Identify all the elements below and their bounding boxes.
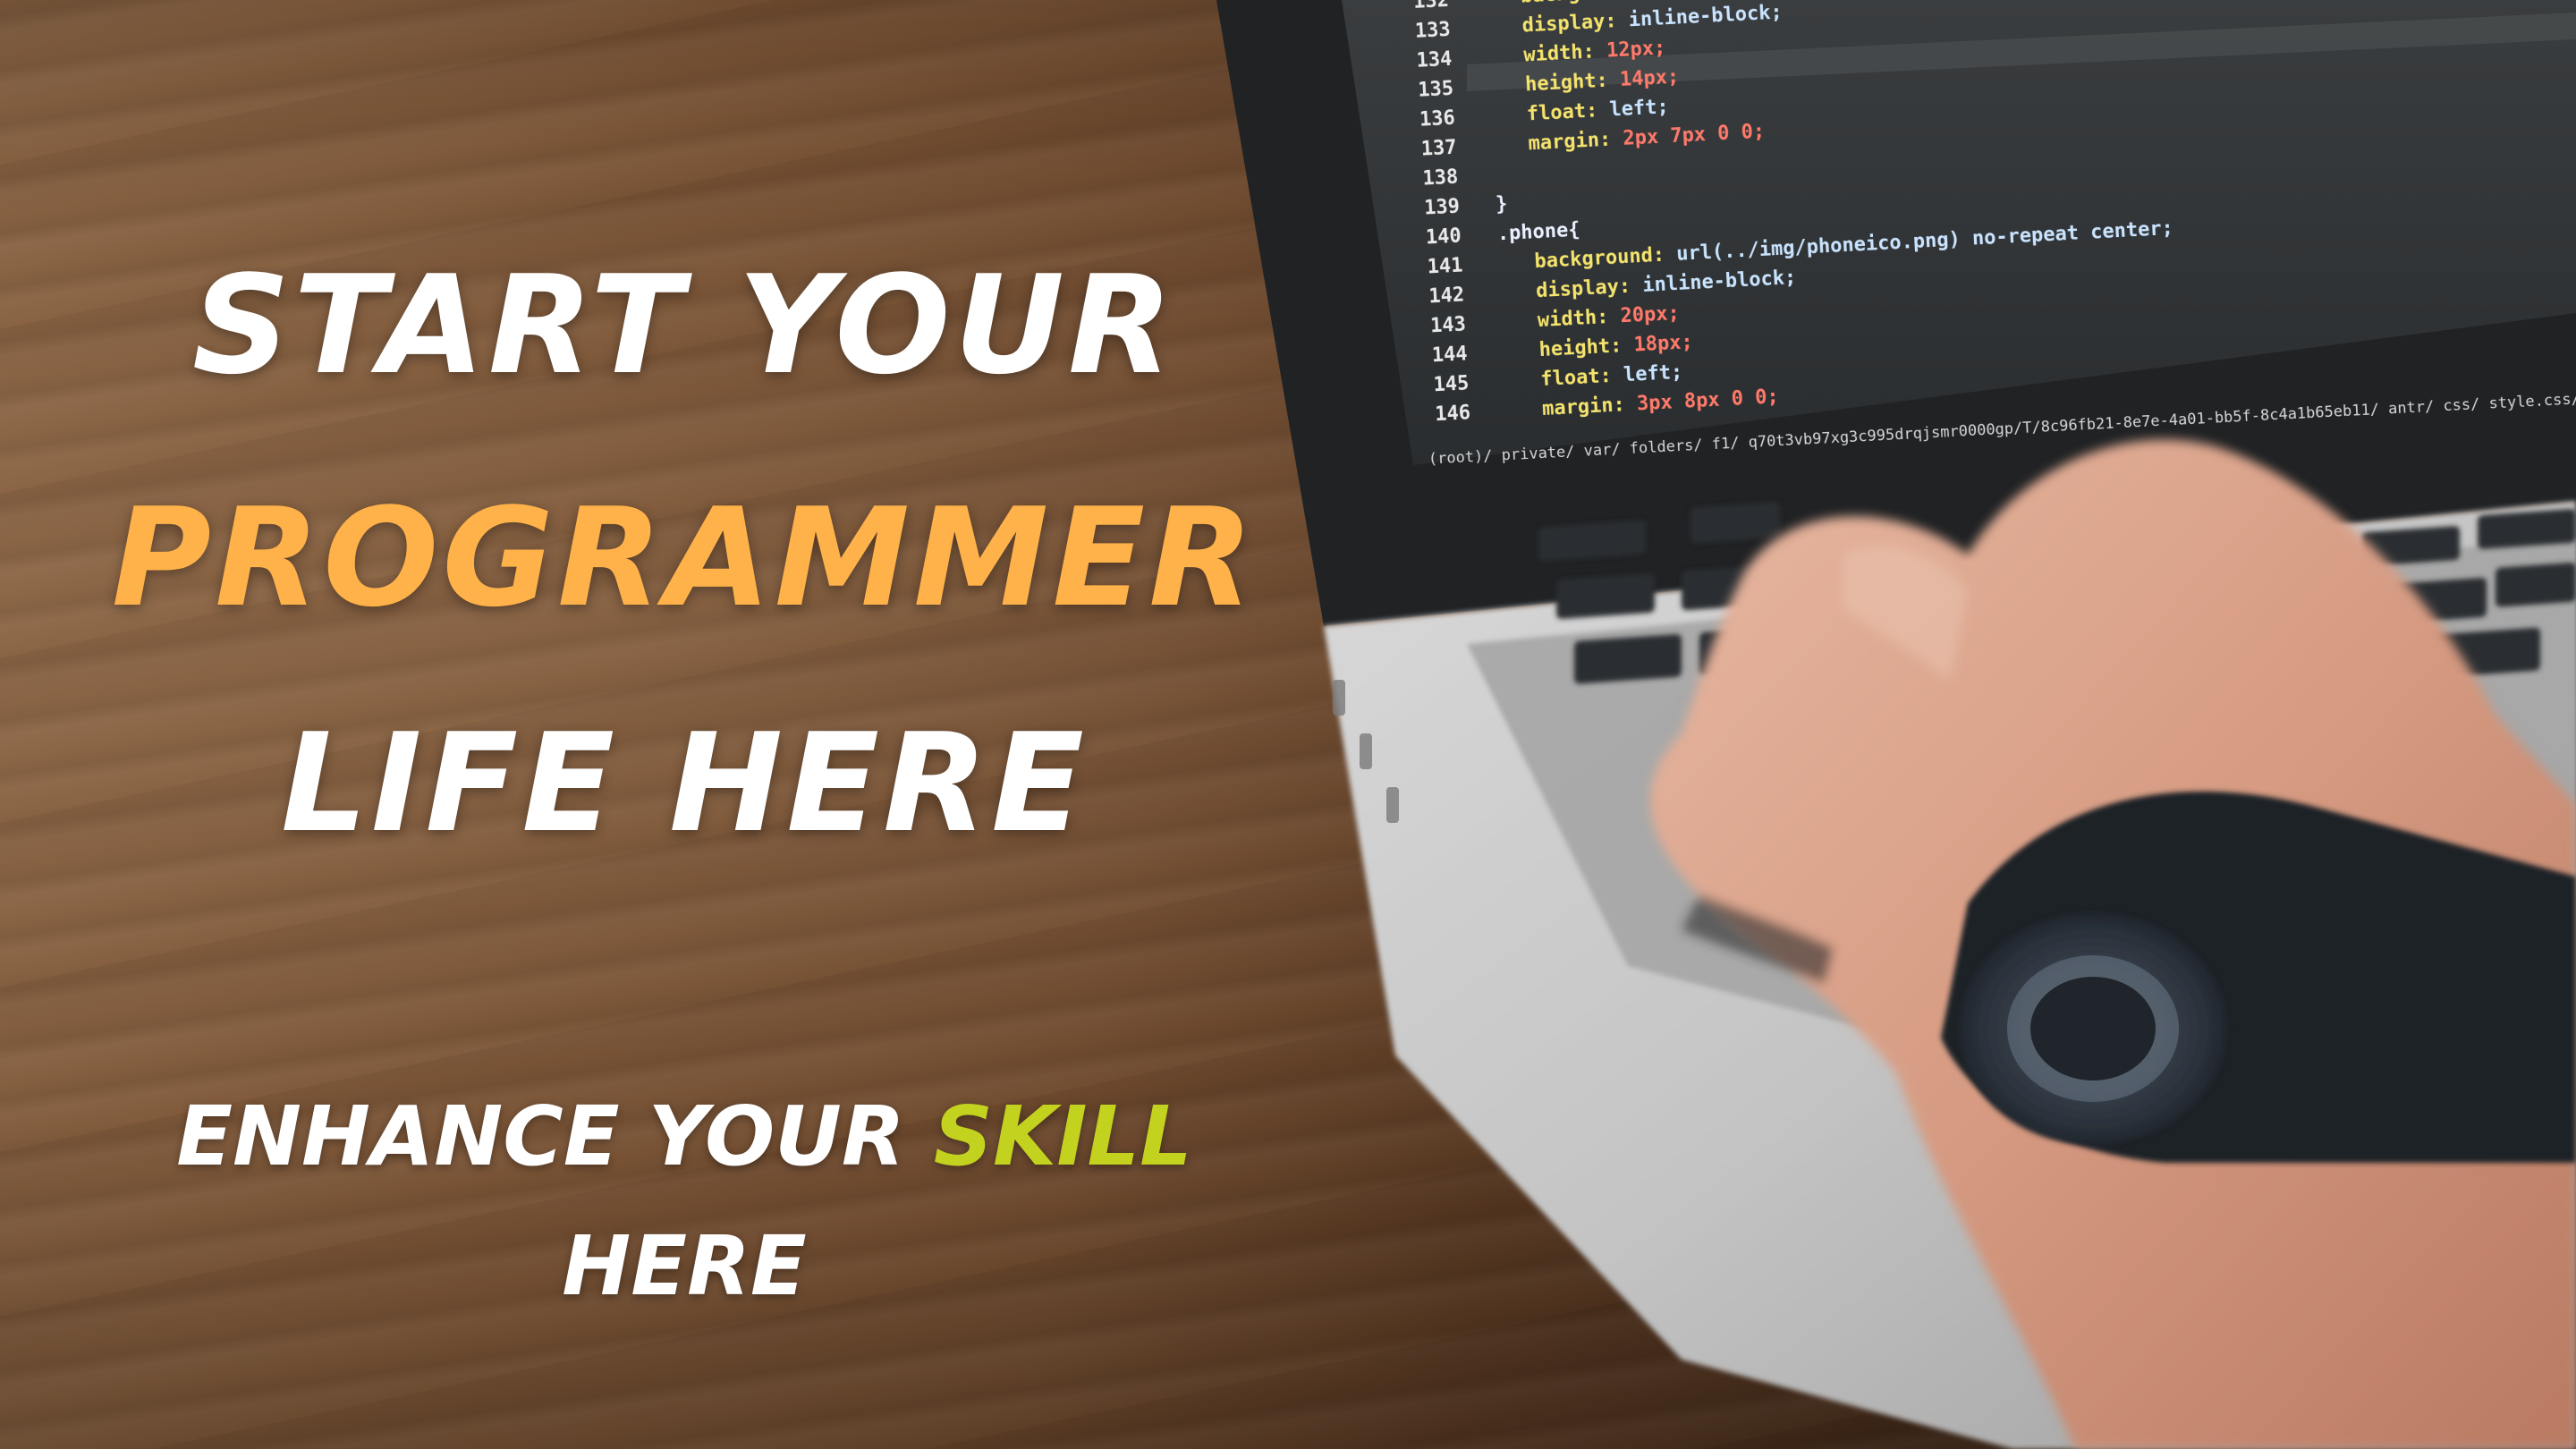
line-number: 133 <box>1414 19 1451 43</box>
subheadline-line-1: ENHANCE YOUR SKILL <box>0 1096 1368 1178</box>
subheadline-line-2: HERE <box>562 1218 807 1314</box>
line-number: 143 <box>1429 313 1466 337</box>
code-line: .phone{ <box>1496 219 1580 246</box>
line-number: 136 <box>1419 107 1455 131</box>
headline-line-1: START YOUR <box>191 246 1177 404</box>
subheadline-highlight: SKILL <box>933 1089 1192 1184</box>
line-number: 135 <box>1418 78 1454 102</box>
headline-line-3: LIFE HERE <box>281 704 1088 862</box>
line-number: 132 <box>1413 0 1450 13</box>
subheadline-text: ENHANCE YOUR <box>176 1089 934 1184</box>
line-number: 146 <box>1435 402 1471 426</box>
line-number: 144 <box>1431 343 1468 367</box>
line-number: 138 <box>1422 166 1459 191</box>
line-number: 139 <box>1424 196 1461 220</box>
line-number: 145 <box>1433 372 1470 396</box>
code-line: } <box>1495 193 1508 216</box>
line-number: 142 <box>1428 284 1465 308</box>
line-number: 141 <box>1427 254 1463 278</box>
headline-line-2: PROGRAMMER <box>111 479 1258 637</box>
line-number: 137 <box>1420 137 1457 161</box>
line-number: 134 <box>1416 48 1453 72</box>
line-number: 140 <box>1425 225 1462 250</box>
banner: 132 133 134 135 136 137 138 139 140 141 142 143 144 1… <box>0 0 2576 1449</box>
